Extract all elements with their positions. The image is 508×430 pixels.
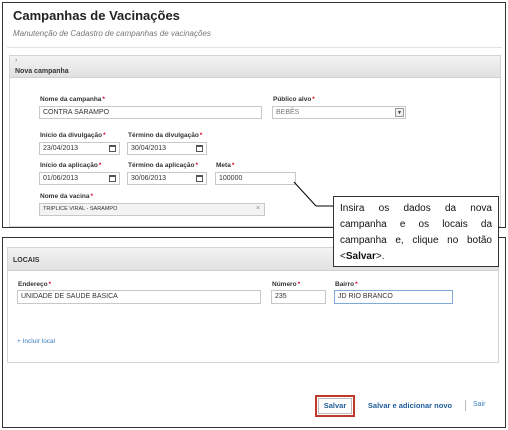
nome-vacina-label: Nome da vacina* bbox=[40, 193, 94, 200]
calendar-icon[interactable] bbox=[109, 145, 116, 152]
inicio-divulgacao-value: 23/04/2013 bbox=[43, 145, 79, 152]
callout-connector bbox=[293, 181, 334, 207]
salvar-highlight: Salvar bbox=[315, 395, 355, 417]
numero-label: Número* bbox=[272, 281, 301, 288]
nome-campanha-input[interactable]: CONTRA SARAMPO bbox=[39, 106, 262, 119]
instruction-callout: Insira os dados da nova campanha e os lo… bbox=[333, 196, 499, 267]
publico-alvo-label: Público alvo* bbox=[273, 96, 315, 103]
incluir-local-link[interactable]: + Incluir local bbox=[17, 338, 55, 345]
endereco-label: Endereço* bbox=[18, 281, 52, 288]
page-title: Campanhas de Vacinações bbox=[13, 8, 180, 23]
bairro-label: Bairro* bbox=[335, 281, 358, 288]
chevron-right-icon[interactable]: › bbox=[15, 57, 17, 64]
nova-campanha-title: Nova campanha bbox=[15, 68, 69, 75]
nome-campanha-label: Nome da campanha* bbox=[40, 96, 105, 103]
salvar-button[interactable]: Salvar bbox=[318, 398, 352, 414]
termino-aplicacao-input[interactable]: 30/06/2013 bbox=[127, 172, 207, 185]
numero-input[interactable]: 235 bbox=[271, 290, 326, 304]
termino-divulgacao-label: Término da divulgação* bbox=[128, 132, 203, 139]
callout-bold-text: Salvar bbox=[345, 251, 376, 262]
nome-vacina-select[interactable]: TRIPLICE VIRAL - SARAMPO × bbox=[39, 203, 265, 216]
inicio-aplicacao-input[interactable]: 01/06/2013 bbox=[39, 172, 120, 185]
publico-alvo-value: BEBÊS bbox=[276, 109, 300, 116]
bairro-input[interactable]: JD RIO BRANCO bbox=[334, 290, 453, 304]
inicio-aplicacao-value: 01/06/2013 bbox=[43, 175, 79, 182]
sair-link[interactable]: Sair bbox=[473, 401, 485, 408]
termino-divulgacao-input[interactable]: 30/04/2013 bbox=[127, 142, 207, 155]
callout-text-end: >. bbox=[375, 251, 385, 262]
calendar-icon[interactable] bbox=[109, 175, 116, 182]
inicio-divulgacao-label: Início da divulgação* bbox=[40, 132, 106, 139]
nova-campanha-header[interactable]: › Nova campanha bbox=[10, 56, 500, 78]
title-divider bbox=[7, 47, 502, 48]
action-separator bbox=[465, 400, 466, 411]
nome-vacina-value: TRIPLICE VIRAL - SARAMPO bbox=[43, 206, 118, 212]
termino-aplicacao-value: 30/06/2013 bbox=[131, 175, 167, 182]
page-subtitle: Manutenção de Cadastro de campanhas de v… bbox=[13, 29, 211, 38]
publico-alvo-select[interactable]: BEBÊS ▼ bbox=[272, 106, 406, 119]
meta-label: Meta* bbox=[216, 162, 235, 169]
inicio-aplicacao-label: Início da aplicação* bbox=[40, 162, 102, 169]
salvar-adicionar-novo-button[interactable]: Salvar e adicionar novo bbox=[362, 397, 458, 415]
inicio-divulgacao-input[interactable]: 23/04/2013 bbox=[39, 142, 120, 155]
locais-title: LOCAIS bbox=[13, 257, 40, 264]
termino-aplicacao-label: Término da aplicação* bbox=[128, 162, 198, 169]
calendar-icon[interactable] bbox=[196, 175, 203, 182]
endereco-input[interactable]: UNIDADE DE SAUDE BASICA bbox=[17, 290, 261, 304]
termino-divulgacao-value: 30/04/2013 bbox=[131, 145, 167, 152]
clear-icon[interactable]: × bbox=[256, 205, 260, 212]
calendar-icon[interactable] bbox=[196, 145, 203, 152]
dropdown-arrow-icon[interactable]: ▼ bbox=[395, 108, 404, 117]
